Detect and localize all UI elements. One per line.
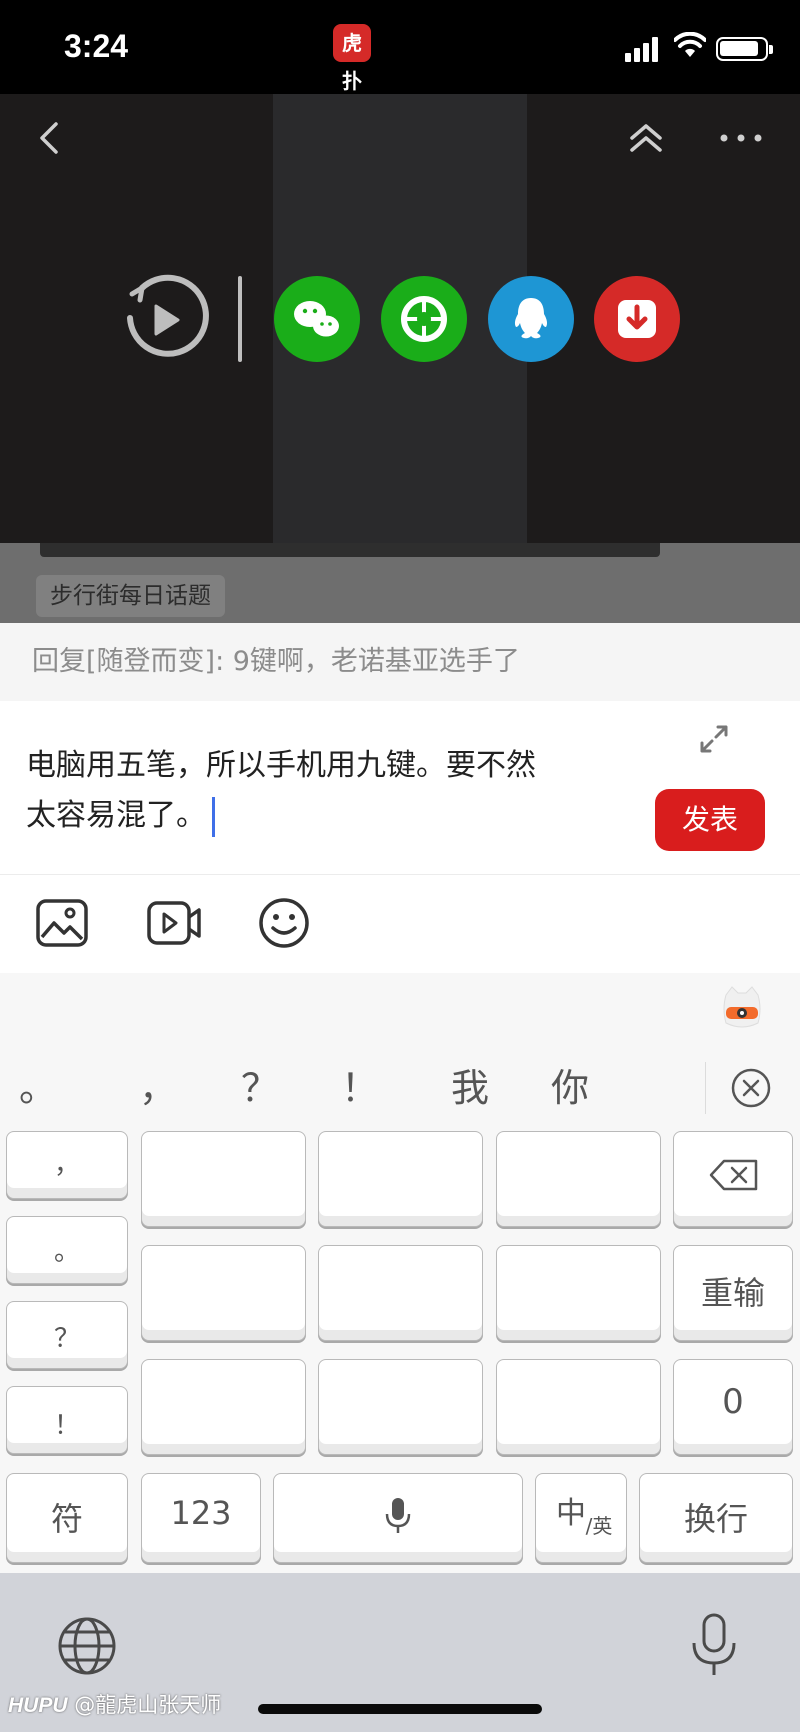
retype-key[interactable]: 重输 — [673, 1245, 793, 1341]
space-key[interactable] — [273, 1473, 523, 1563]
system-keyboard-bar: HUPU @龍虎山张天师 — [0, 1573, 800, 1732]
post-button[interactable]: 发表 — [655, 789, 765, 851]
candidate-item[interactable]: ！ — [330, 1048, 390, 1128]
lang-sub-label: /英 — [585, 1514, 613, 1538]
microphone-icon — [385, 1498, 411, 1533]
candidate-item[interactable]: ， — [128, 1048, 188, 1128]
collapse-icon[interactable] — [626, 118, 666, 158]
cellular-signal-icon — [625, 36, 661, 62]
back-icon[interactable] — [30, 118, 70, 158]
dimmed-post-area: 步行街每日话题 — [0, 543, 800, 623]
reply-sheet: 回复[随登而变]: 9键啊，老诺基亚选手了 电脑用五笔，所以手机用九键。要不然 … — [0, 623, 800, 973]
wifi-icon — [674, 32, 706, 57]
candidate-item[interactable]: 我 — [440, 1048, 500, 1128]
candidate-bar: 。 ， ？ ！ 我 你 — [0, 1048, 800, 1128]
backspace-key[interactable] — [673, 1131, 793, 1227]
close-candidates-icon[interactable] — [730, 1067, 772, 1109]
video-share-overlay — [0, 94, 800, 543]
dictation-icon[interactable] — [686, 1611, 742, 1681]
app-logo: 虎扑 — [333, 24, 371, 93]
home-indicator[interactable] — [258, 1704, 542, 1714]
newline-key[interactable]: 换行 — [639, 1473, 793, 1563]
symbols-key[interactable]: 符 — [6, 1473, 128, 1563]
topic-tag[interactable]: 步行街每日话题 — [36, 575, 225, 617]
key-nine-grid[interactable] — [318, 1245, 483, 1341]
key-punctuation[interactable]: ， — [6, 1131, 128, 1199]
candidate-item[interactable]: 你 — [540, 1048, 600, 1128]
ime-keyboard: 。 ， ？ ！ 我 你 ， 。 ？ ！ 重输 0 符 123 中 /英 换行 — [0, 973, 800, 1573]
key-punctuation[interactable]: ！ — [6, 1386, 128, 1454]
key-nine-grid[interactable] — [318, 1359, 483, 1455]
numbers-key[interactable]: 123 — [141, 1473, 261, 1563]
text-caret — [212, 796, 215, 837]
share-download-button[interactable] — [594, 276, 680, 362]
battery-icon — [716, 37, 773, 61]
key-punctuation[interactable]: 。 — [6, 1216, 128, 1284]
expand-icon[interactable] — [698, 723, 730, 755]
key-nine-grid[interactable] — [318, 1131, 483, 1227]
status-bar: 3:24 虎扑 — [0, 0, 800, 94]
language-switch-key[interactable]: 中 /英 — [535, 1473, 627, 1563]
share-qq-button[interactable] — [488, 276, 574, 362]
draft-line: 电脑用五笔，所以手机用九键。要不然 — [26, 748, 536, 783]
globe-icon[interactable] — [56, 1615, 118, 1677]
draft-line: 太容易混了。 — [26, 798, 206, 833]
wechat-icon — [294, 301, 339, 337]
status-time: 3:24 — [64, 28, 129, 64]
image-icon[interactable] — [34, 895, 90, 951]
share-moments-button[interactable] — [381, 276, 467, 362]
emoji-icon[interactable] — [256, 895, 312, 951]
video-icon[interactable] — [146, 895, 202, 951]
watermark: HUPU @龍虎山张天师 — [8, 1693, 222, 1717]
key-nine-grid[interactable] — [496, 1359, 661, 1455]
key-nine-grid[interactable] — [141, 1245, 306, 1341]
moments-icon — [401, 296, 447, 342]
share-wechat-button[interactable] — [274, 276, 360, 362]
divider — [238, 276, 242, 362]
more-icon[interactable] — [716, 118, 766, 158]
replay-icon[interactable] — [118, 274, 210, 366]
key-nine-grid[interactable] — [496, 1245, 661, 1341]
key-punctuation[interactable]: ？ — [6, 1301, 128, 1369]
qq-icon — [514, 298, 548, 339]
divider — [705, 1062, 706, 1114]
key-nine-grid[interactable] — [496, 1131, 661, 1227]
candidate-item[interactable]: 。 — [8, 1048, 68, 1128]
reply-to-label: 回复[随登而变]: 9键啊，老诺基亚选手了 — [0, 623, 800, 701]
backspace-icon — [709, 1159, 758, 1191]
download-icon — [618, 300, 656, 338]
key-nine-grid[interactable] — [141, 1131, 306, 1227]
divider — [0, 874, 800, 875]
keyboard-mascot-icon[interactable] — [720, 985, 764, 1033]
zero-key[interactable]: 0 — [673, 1359, 793, 1455]
candidate-item[interactable]: ？ — [230, 1048, 290, 1128]
key-nine-grid[interactable] — [141, 1359, 306, 1455]
reply-text-input[interactable]: 电脑用五笔，所以手机用九键。要不然 太容易混了。 — [26, 741, 626, 841]
post-title-obscured — [40, 543, 660, 557]
